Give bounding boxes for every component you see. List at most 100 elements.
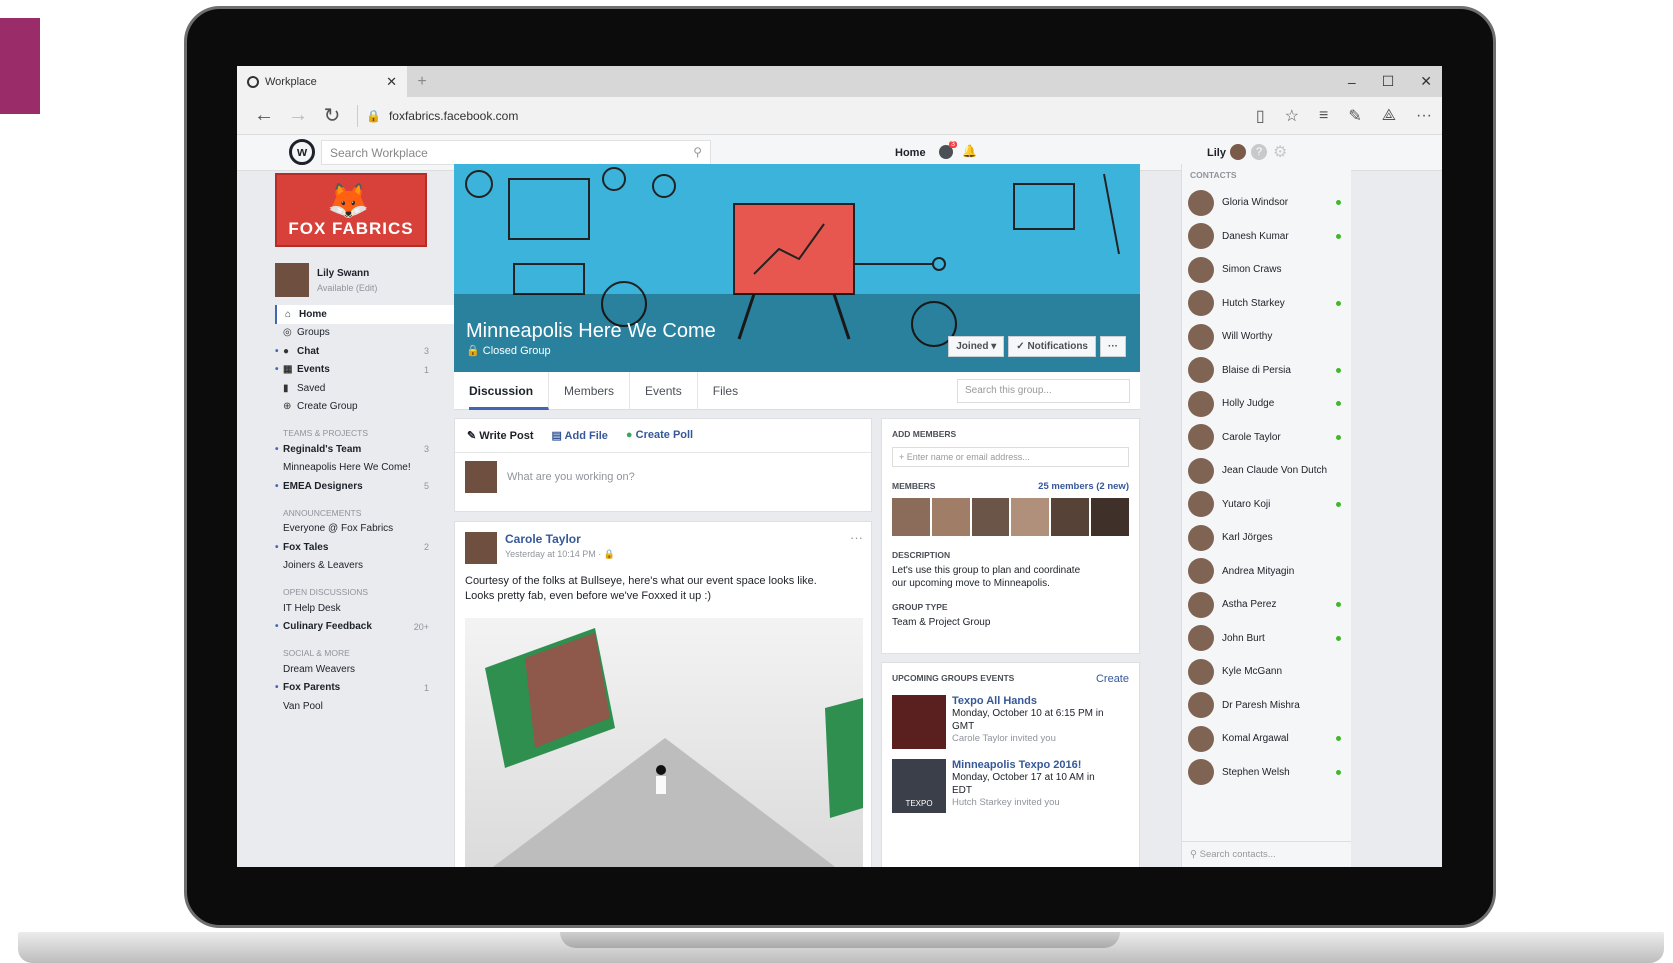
avatar[interactable]	[971, 498, 1010, 536]
event-item[interactable]: TEXPO Minneapolis Texpo 2016! Monday, Oc…	[892, 759, 1129, 813]
add-member-input[interactable]: + Enter name or email address...	[892, 447, 1129, 467]
sidebar-group-item[interactable]: Dream Weavers	[275, 660, 455, 679]
event-item[interactable]: Texpo All Hands Monday, October 10 at 6:…	[892, 695, 1129, 749]
add-file-button[interactable]: ▤ Add File	[551, 429, 607, 442]
sidebar-item-home[interactable]: ⌂ Home	[275, 305, 455, 324]
share-icon[interactable]: ⟁	[1382, 107, 1396, 125]
composer-body[interactable]: What are you working on?	[455, 453, 871, 501]
event-title[interactable]: Texpo All Hands	[952, 695, 1104, 707]
avatar[interactable]	[1051, 498, 1090, 536]
contact-item[interactable]: Blaise di Persia	[1182, 354, 1351, 388]
contact-item[interactable]: Kyle McGann	[1182, 655, 1351, 689]
create-event-link[interactable]: Create	[1096, 673, 1129, 685]
contact-name: Stephen Welsh	[1222, 766, 1290, 778]
composer-input[interactable]: What are you working on?	[507, 471, 635, 483]
event-title[interactable]: Minneapolis Texpo 2016!	[952, 759, 1095, 771]
sidebar-group-item[interactable]: • EMEA Designers 5	[275, 477, 455, 496]
edit-status-link[interactable]: (Edit)	[356, 283, 378, 293]
close-window-icon[interactable]: ✕	[1420, 73, 1432, 90]
sidebar-item-events[interactable]: • ▦ Events 1	[275, 361, 455, 380]
avatar[interactable]	[1011, 498, 1050, 536]
web-note-icon[interactable]: ✎	[1348, 106, 1361, 126]
tab-members[interactable]: Members	[549, 371, 631, 410]
sidebar-group-item[interactable]: IT Help Desk	[275, 599, 455, 618]
contact-item[interactable]: Dr Paresh Mishra	[1182, 689, 1351, 723]
sidebar-item-create-group[interactable]: ⊕ Create Group	[275, 398, 455, 417]
sidebar-group-item[interactable]: Joiners & Leavers	[275, 557, 455, 576]
contact-item[interactable]: Yutaro Koji	[1182, 488, 1351, 522]
contact-item[interactable]: Carole Taylor	[1182, 421, 1351, 455]
user-name[interactable]: Lily	[1207, 147, 1226, 159]
sidebar-item-groups[interactable]: ◎ Groups	[275, 324, 455, 343]
contact-item[interactable]: Andrea Mityagin	[1182, 555, 1351, 589]
contact-item[interactable]: Gloria Windsor	[1182, 186, 1351, 220]
sidebar-item-saved[interactable]: ▮ Saved	[275, 379, 455, 398]
group-search-input[interactable]: Search this group...	[957, 379, 1130, 403]
avatar	[1188, 256, 1214, 283]
create-poll-button[interactable]: ● Create Poll	[626, 429, 693, 442]
contact-item[interactable]: Karl Jörges	[1182, 521, 1351, 555]
contact-item[interactable]: Jean Claude Von Dutch	[1182, 454, 1351, 488]
favorite-star-icon[interactable]: ☆	[1285, 106, 1299, 126]
minimize-icon[interactable]: –	[1348, 74, 1356, 90]
back-arrow-icon[interactable]: ←	[247, 104, 281, 127]
more-icon[interactable]: ···	[1416, 107, 1432, 125]
contact-item[interactable]: Will Worthy	[1182, 320, 1351, 354]
post-photo[interactable]	[465, 618, 863, 867]
sidebar-group-item[interactable]: • Fox Tales 2	[275, 538, 455, 557]
avatar[interactable]	[465, 532, 497, 564]
avatar[interactable]	[1230, 144, 1246, 160]
home-link[interactable]: Home	[895, 147, 926, 159]
search-input[interactable]: Search Workplace ⚲	[321, 140, 711, 165]
more-button[interactable]: ···	[1100, 336, 1126, 357]
tab-files[interactable]: Files	[698, 372, 753, 410]
sidebar-group-item[interactable]: • Culinary Feedback 20+	[275, 618, 455, 637]
notifications-button[interactable]: ✓ Notifications	[1008, 336, 1096, 357]
maximize-icon[interactable]: ☐	[1382, 73, 1395, 90]
sidebar-group-item[interactable]: Everyone @ Fox Fabrics	[275, 520, 455, 539]
help-icon[interactable]: ?	[1251, 144, 1267, 160]
url-field[interactable]: foxfabrics.facebook.com	[389, 109, 1256, 123]
post-author[interactable]: Carole Taylor	[505, 532, 615, 546]
contacts-search-input[interactable]: ⚲ Search contacts...	[1182, 841, 1351, 867]
contact-item[interactable]: Danesh Kumar	[1182, 220, 1351, 254]
gear-icon[interactable]: ⚙	[1273, 142, 1287, 162]
sidebar-group-item[interactable]: Van Pool	[275, 697, 455, 716]
new-tab-button[interactable]: +	[407, 73, 437, 91]
contact-item[interactable]: Stephen Welsh	[1182, 756, 1351, 790]
hub-icon[interactable]: ≡	[1319, 107, 1328, 125]
close-tab-icon[interactable]: ✕	[386, 74, 397, 90]
workplace-logo-icon[interactable]: w	[289, 139, 315, 165]
contact-item[interactable]: John Burt	[1182, 622, 1351, 656]
joined-button[interactable]: Joined ▾	[948, 336, 1005, 357]
sidebar-item-label: EMEA Designers	[283, 480, 363, 492]
post-timestamp[interactable]: Yesterday at 10:14 PM · 🔒	[505, 549, 615, 560]
forward-arrow-icon[interactable]: →	[281, 104, 315, 127]
tab-discussion[interactable]: Discussion	[469, 371, 550, 410]
contact-item[interactable]: Komal Argawal	[1182, 722, 1351, 756]
search-icon[interactable]: ⚲	[693, 145, 702, 159]
avatar[interactable]	[1091, 498, 1129, 536]
sidebar-item-chat[interactable]: • ● Chat 3	[275, 342, 455, 361]
calendar-icon: ▦	[283, 364, 293, 376]
sidebar-group-item[interactable]: • Reginald's Team 3	[275, 440, 455, 459]
write-post-button[interactable]: ✎ Write Post	[467, 429, 533, 442]
sidebar-group-item[interactable]: • Fox Parents 1	[275, 679, 455, 698]
profile-summary[interactable]: Lily Swann Available (Edit)	[275, 263, 455, 297]
bell-icon[interactable]: 🔔	[962, 144, 977, 158]
contact-item[interactable]: Hutch Starkey	[1182, 287, 1351, 321]
browser-tab[interactable]: Workplace ✕	[237, 66, 407, 97]
contact-item[interactable]: Simon Craws	[1182, 253, 1351, 287]
contact-item[interactable]: Astha Perez	[1182, 588, 1351, 622]
avatar[interactable]	[892, 498, 930, 536]
post-options-icon[interactable]: ···	[850, 530, 863, 545]
avatar[interactable]	[931, 498, 970, 536]
contact-item[interactable]: Holly Judge	[1182, 387, 1351, 421]
sidebar-group-item[interactable]: Minneapolis Here We Come!	[275, 459, 455, 478]
company-logo[interactable]: 🦊 FOX FABRICS	[275, 173, 427, 247]
unread-dot-icon: •	[275, 443, 279, 455]
members-count-link[interactable]: 25 members (2 new)	[1038, 481, 1129, 492]
tab-events[interactable]: Events	[630, 371, 698, 410]
reading-view-icon[interactable]: ▯	[1256, 106, 1265, 126]
refresh-icon[interactable]: ↻	[315, 103, 349, 128]
